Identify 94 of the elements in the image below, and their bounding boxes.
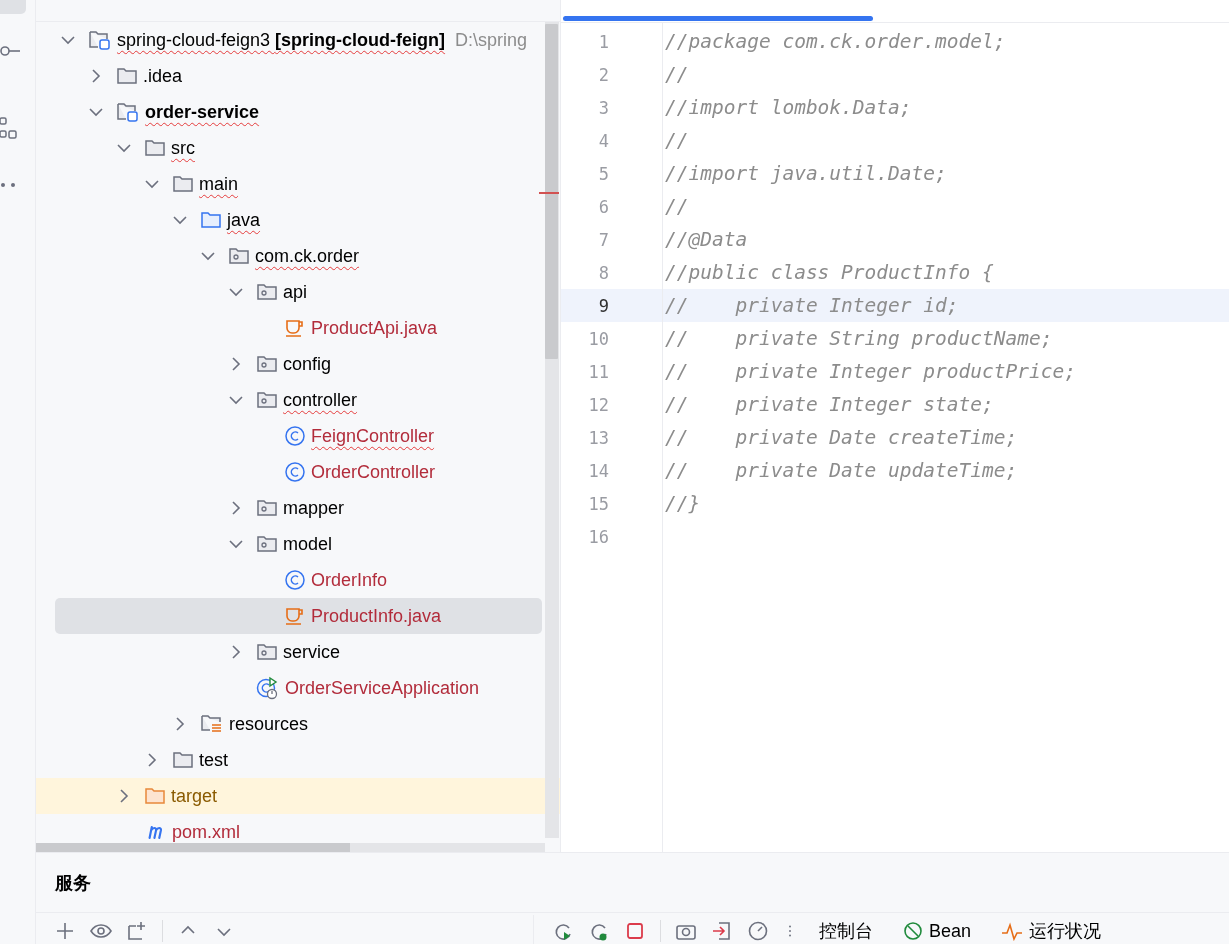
add-frame-icon[interactable] (126, 920, 148, 942)
tree-item-label[interactable]: mapper (283, 497, 345, 519)
class-icon (284, 425, 306, 447)
line-number: 9 (597, 295, 609, 316)
tree-item-label[interactable]: com.ck.order (255, 245, 360, 267)
tree-item-label[interactable]: service (283, 641, 340, 663)
resources-folder-icon (200, 713, 224, 735)
package-folder-icon (256, 282, 278, 302)
line-number: 13 (587, 427, 609, 448)
code-line: //@Data (665, 228, 748, 251)
scrollbar-thumb[interactable] (545, 24, 558, 359)
line-number: 8 (597, 262, 609, 283)
tree-item-label[interactable]: resources (229, 713, 309, 735)
exit-icon[interactable] (711, 920, 733, 942)
tree-item-label[interactable]: src (171, 137, 195, 159)
line-number: 7 (597, 229, 609, 250)
line-number: 11 (587, 361, 609, 382)
maven-icon (148, 825, 163, 839)
module-folder-icon (88, 29, 112, 51)
gauge-icon[interactable] (747, 920, 769, 942)
panel-tab[interactable]: 控制台 (811, 917, 881, 944)
package-folder-icon (228, 246, 250, 266)
code-line: // (665, 63, 689, 86)
code-line: //} (665, 492, 701, 515)
tree-item-label[interactable]: OrderController (311, 461, 436, 483)
tree-item-label[interactable]: api (283, 281, 308, 303)
package-folder-icon (256, 498, 278, 518)
cup-icon (284, 606, 306, 626)
tree-item-label[interactable]: OrderServiceApplication (285, 677, 480, 699)
cup-icon (284, 318, 306, 338)
line-number: 4 (597, 130, 609, 151)
line-number: 3 (597, 97, 609, 118)
class-icon (284, 461, 306, 483)
line-number: 12 (587, 394, 609, 415)
folder-icon (172, 750, 194, 770)
package-folder-icon (256, 390, 278, 410)
runnable-class-icon (256, 676, 280, 700)
tree-item-label[interactable]: ProductInfo.java (311, 605, 442, 627)
folder-icon (144, 786, 166, 806)
line-number: 1 (597, 31, 609, 52)
folder-icon (144, 138, 166, 158)
tree-item-label[interactable]: pom.xml (172, 821, 240, 843)
line-number: 15 (587, 493, 609, 514)
panel-tab[interactable]: Bean (895, 917, 980, 944)
tree-item-label[interactable]: main (199, 173, 238, 195)
tree-item-label[interactable]: spring-cloud-feign3 [spring-cloud-feign] (117, 29, 446, 51)
folder-icon (116, 66, 138, 86)
line-number: 16 (587, 526, 609, 547)
panel-title: 服务 (36, 853, 1229, 913)
code-line: // private Integer id; (665, 294, 959, 317)
line-number: 10 (587, 328, 609, 349)
code-line: // private Date createTime; (665, 426, 1018, 449)
tree-item-label[interactable]: java (227, 209, 261, 231)
tree-item-label[interactable]: test (199, 749, 228, 771)
tree-item-label[interactable]: FeignController (311, 425, 435, 447)
package-folder-icon (256, 534, 278, 554)
code-line: // (665, 195, 689, 218)
tree-item-label[interactable]: controller (283, 389, 358, 411)
code-line: // private String productName; (665, 327, 1053, 350)
line-number: 5 (597, 163, 609, 184)
tree-item-label[interactable]: OrderInfo (311, 569, 388, 591)
error-marker (539, 192, 559, 194)
scrollbar-thumb[interactable] (36, 843, 350, 852)
project-path: D:\spring (455, 29, 528, 51)
tree-item-label[interactable]: target (171, 785, 218, 807)
code-line: //import java.util.Date; (665, 162, 947, 185)
tree-item-label[interactable]: .idea (143, 65, 183, 87)
tree-item-label[interactable]: config (283, 353, 332, 375)
line-number: 14 (587, 460, 609, 481)
code-line: // (665, 129, 689, 152)
add-icon[interactable] (54, 920, 76, 942)
stop-icon[interactable] (624, 920, 646, 942)
module-folder-icon (116, 101, 140, 123)
code-line: //import lombok.Data; (665, 96, 912, 119)
line-number: 2 (597, 64, 609, 85)
package-folder-icon (256, 642, 278, 662)
code-line: //public class ProductInfo { (665, 261, 994, 284)
more-icon[interactable] (0, 181, 18, 189)
folder-icon (172, 174, 194, 194)
tree-item-label[interactable]: model (283, 533, 333, 555)
no-entry-icon (903, 921, 923, 941)
code-line: // private Date updateTime; (665, 459, 1018, 482)
pulse-icon (1001, 921, 1024, 941)
code-line: // private Integer productPrice; (665, 360, 1076, 383)
code-line: // private Integer state; (665, 393, 994, 416)
class-icon (284, 569, 306, 591)
folder-icon (200, 210, 222, 230)
structure-icon[interactable] (0, 116, 18, 142)
panel-tab[interactable]: 运行状况 (993, 917, 1110, 944)
line-number: 6 (597, 196, 609, 217)
tree-item-label[interactable]: ProductApi.java (311, 317, 438, 339)
tree-item-label[interactable]: order-service (145, 101, 260, 123)
package-folder-icon (256, 354, 278, 374)
code-line: //package com.ck.order.model; (665, 30, 1006, 53)
